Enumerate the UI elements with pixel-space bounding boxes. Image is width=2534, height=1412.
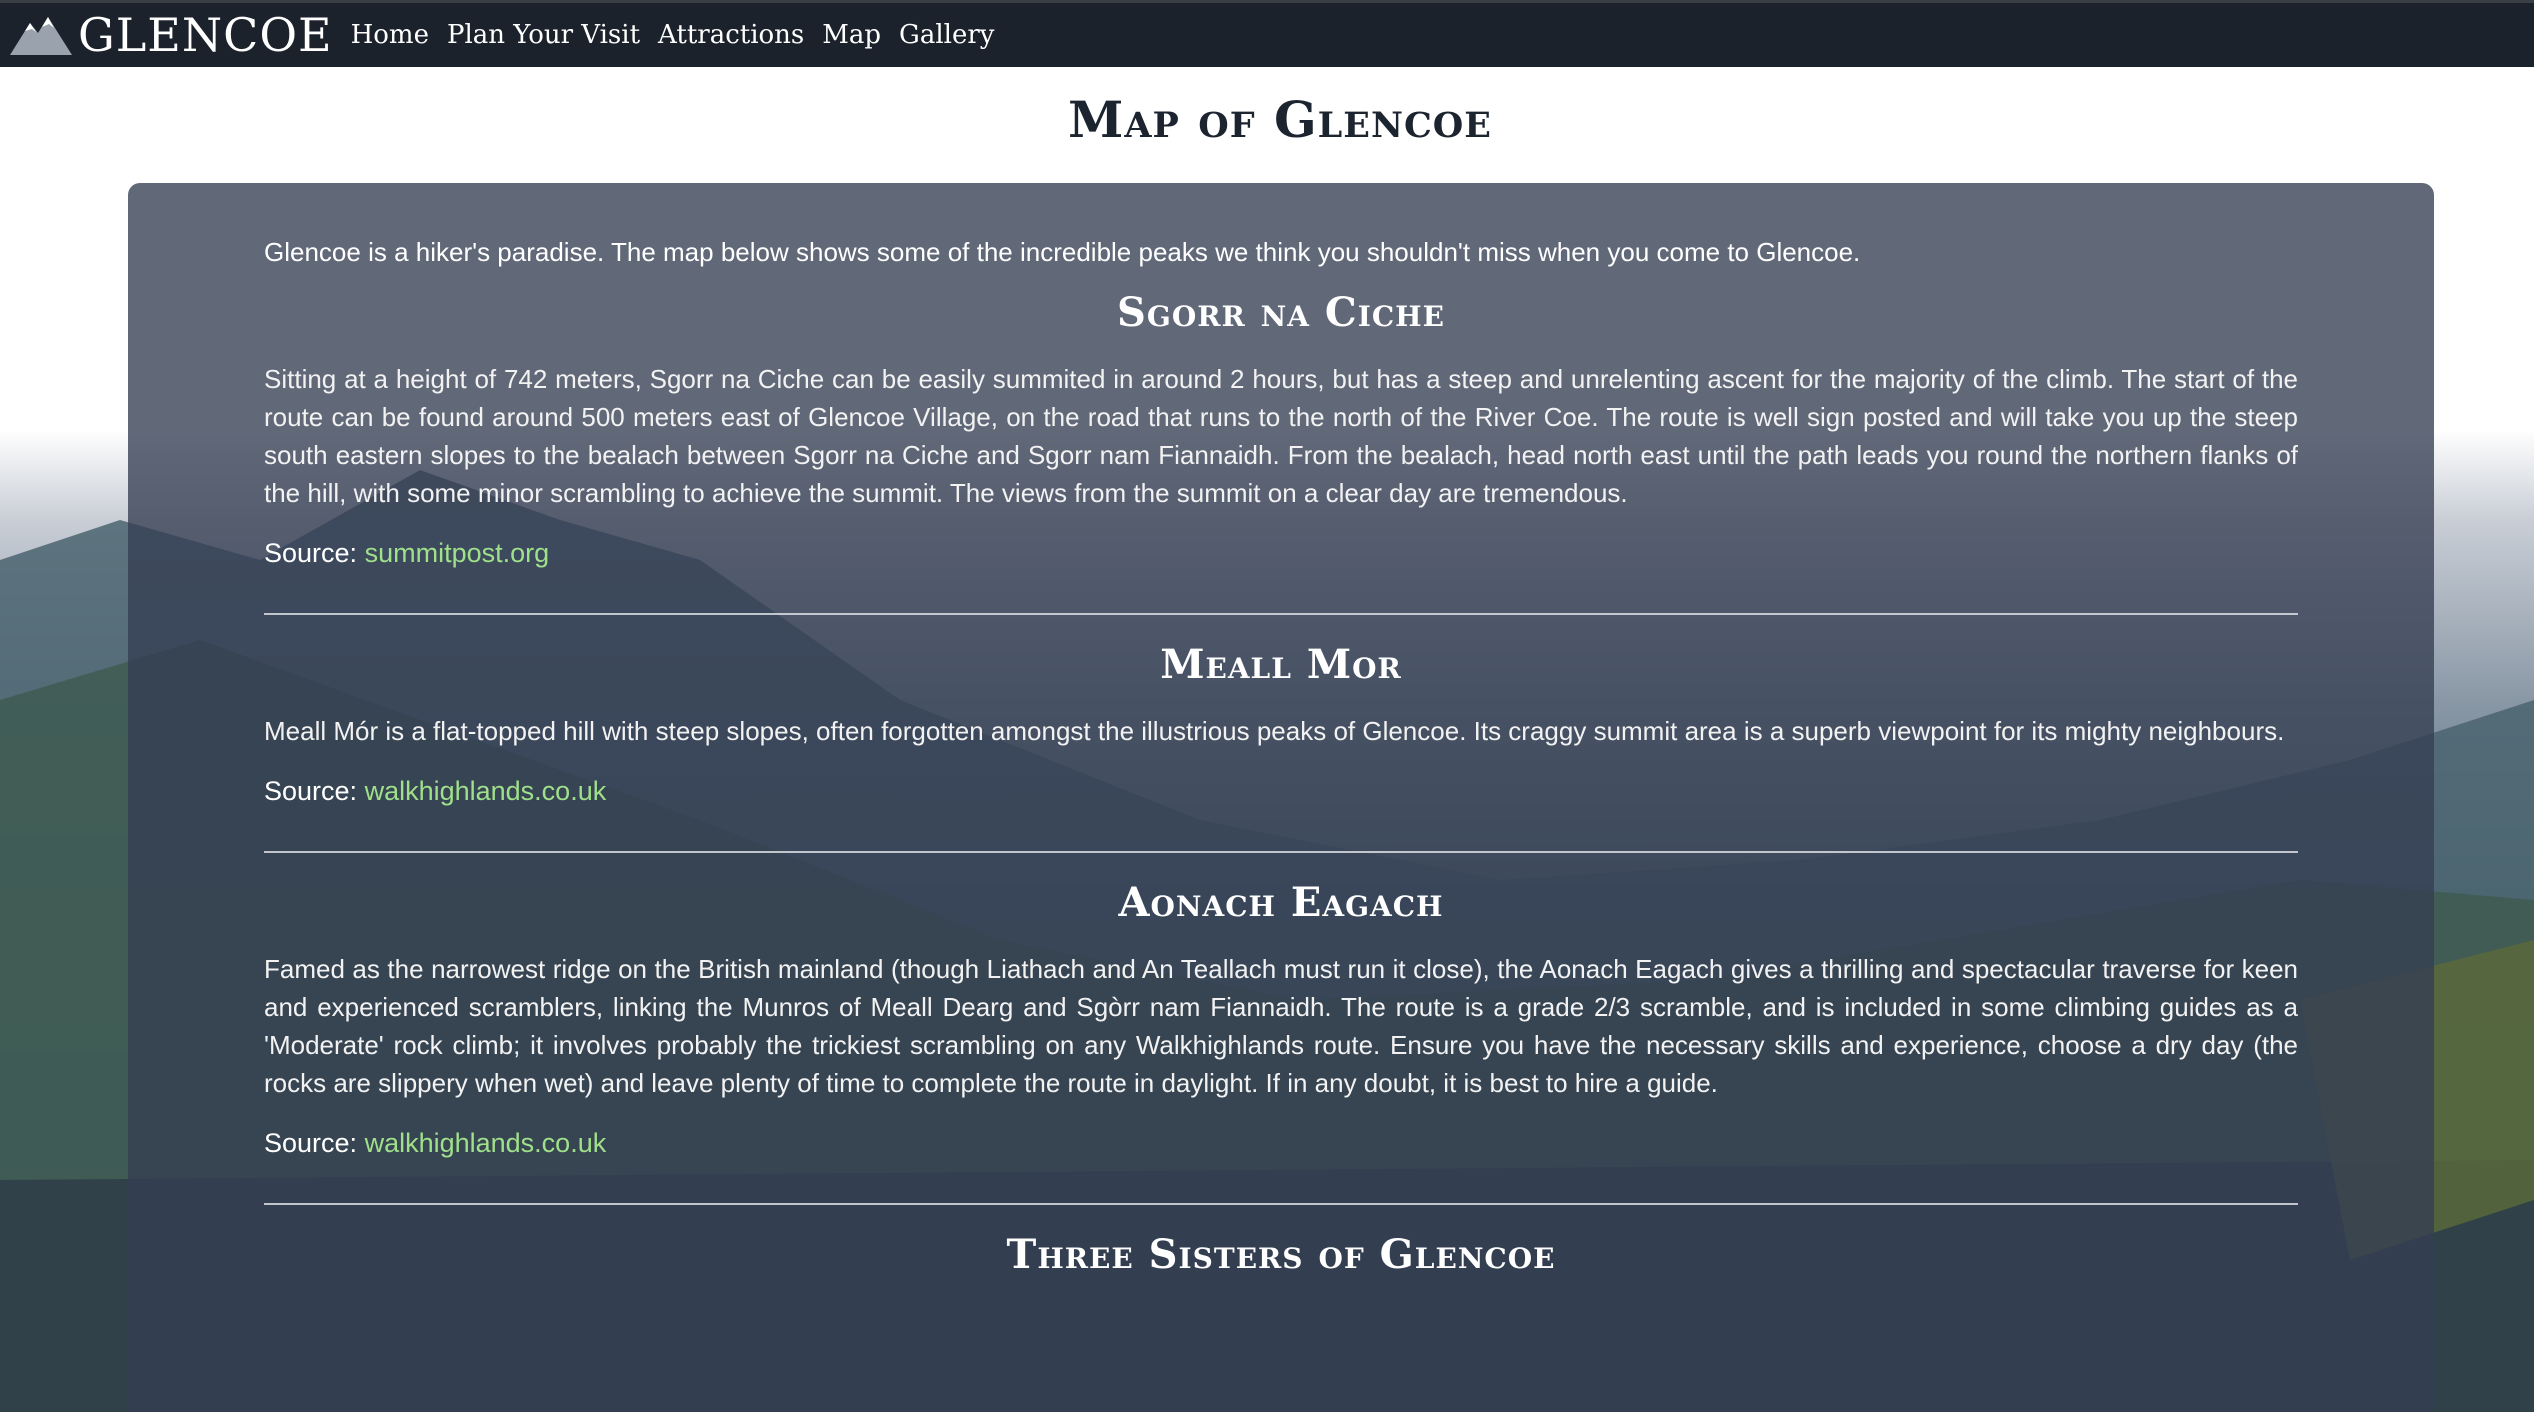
peak-source: Source: summitpost.org xyxy=(264,538,2298,569)
brand-name: GLENCOE xyxy=(78,8,333,62)
nav-map[interactable]: Map xyxy=(822,5,881,65)
mountain-logo-icon xyxy=(8,13,74,57)
peak-title: Meall Mor xyxy=(1160,641,1402,688)
peak-section: Aonach Eagach Famed as the narrowest rid… xyxy=(264,879,2298,1159)
top-navbar: GLENCOE Home Plan Your Visit Attractions… xyxy=(0,0,2534,67)
intro-text: Glencoe is a hiker's paradise. The map b… xyxy=(264,237,1861,267)
peak-description: Meall Mór is a flat-topped hill with ste… xyxy=(264,716,2285,746)
nav-links: Home Plan Your Visit Attractions Map Gal… xyxy=(351,5,1013,65)
page-title: Map of Glencoe xyxy=(1068,90,1492,149)
peak-title: Three Sisters of Glencoe xyxy=(1006,1231,1556,1278)
peak-description: Famed as the narrowest ridge on the Brit… xyxy=(264,954,2298,1098)
nav-home[interactable]: Home xyxy=(351,5,429,65)
source-label: Source: xyxy=(264,1128,358,1158)
source-label: Source: xyxy=(264,776,358,806)
content-panel: Glencoe is a hiker's paradise. The map b… xyxy=(128,183,2434,1412)
peak-section: Three Sisters of Glencoe xyxy=(264,1231,2298,1278)
peak-source: Source: walkhighlands.co.uk xyxy=(264,1128,2298,1159)
section-divider xyxy=(264,613,2298,615)
source-label: Source: xyxy=(264,538,358,568)
peak-section: Sgorr na Ciche Sitting at a height of 74… xyxy=(264,289,2298,569)
peak-description: Sitting at a height of 742 meters, Sgorr… xyxy=(264,364,2298,508)
brand[interactable]: GLENCOE xyxy=(8,5,333,65)
section-divider xyxy=(264,1203,2298,1205)
peak-section: Meall Mor Meall Mór is a flat-topped hil… xyxy=(264,641,2298,807)
peak-title: Aonach Eagach xyxy=(1118,879,1444,926)
source-link[interactable]: walkhighlands.co.uk xyxy=(365,776,607,806)
nav-gallery[interactable]: Gallery xyxy=(899,5,994,65)
peak-source: Source: walkhighlands.co.uk xyxy=(264,776,2298,807)
nav-attractions[interactable]: Attractions xyxy=(658,5,804,65)
source-link[interactable]: summitpost.org xyxy=(365,538,550,568)
source-link[interactable]: walkhighlands.co.uk xyxy=(365,1128,607,1158)
peak-title: Sgorr na Ciche xyxy=(1117,289,1445,336)
section-divider xyxy=(264,851,2298,853)
nav-plan-your-visit[interactable]: Plan Your Visit xyxy=(447,5,640,65)
